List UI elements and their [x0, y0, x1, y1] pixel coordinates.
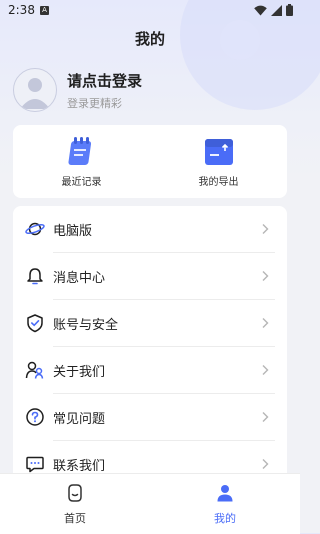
tab-mine[interactable]: 我的	[150, 474, 300, 534]
battery-icon	[286, 4, 293, 16]
login-subtitle: 登录更精彩	[67, 97, 122, 110]
chevron-right-icon	[262, 365, 269, 375]
tab-mine-label: 我的	[214, 512, 236, 525]
my-exports-button[interactable]: 我的导出	[150, 125, 287, 198]
tab-home-label: 首页	[64, 512, 86, 525]
chat-icon	[26, 456, 44, 473]
planet-icon	[25, 222, 45, 236]
notification-icon: A	[40, 6, 49, 15]
avatar[interactable]	[13, 68, 57, 112]
menu-label-account-security: 账号与安全	[53, 318, 119, 333]
quick-actions-card: 最近记录 我的导出	[13, 125, 287, 198]
export-folder-icon	[204, 139, 233, 165]
chevron-right-icon	[262, 412, 269, 422]
menu-item-faq[interactable]: 常见问题	[13, 394, 287, 441]
settings-menu: 电脑版 消息中心 账号与安全 关于我们 常见问题 联系我们	[13, 206, 287, 486]
recent-records-button[interactable]: 最近记录	[13, 125, 150, 198]
menu-item-about-us[interactable]: 关于我们	[13, 347, 287, 394]
profile-login[interactable]: 请点击登录 登录更精彩	[13, 68, 288, 114]
home-face-icon	[68, 484, 82, 502]
wifi-icon	[254, 5, 267, 15]
status-time: 2:38	[8, 3, 35, 17]
bell-icon	[27, 268, 43, 285]
menu-label-faq: 常见问题	[53, 412, 106, 427]
system-icons	[254, 4, 293, 16]
menu-label-desktop-version: 电脑版	[53, 224, 93, 239]
person-icon	[217, 485, 233, 502]
menu-label-message-center: 消息中心	[53, 271, 106, 286]
login-prompt[interactable]: 请点击登录	[67, 70, 142, 91]
menu-item-desktop-version[interactable]: 电脑版	[13, 206, 287, 253]
bottom-tab-bar: 首页 我的	[0, 473, 300, 534]
tab-home[interactable]: 首页	[0, 474, 150, 534]
signal-icon	[271, 4, 282, 16]
recent-records-label: 最近记录	[61, 177, 102, 188]
people-icon	[25, 361, 44, 379]
chevron-right-icon	[262, 271, 269, 281]
menu-item-message-center[interactable]: 消息中心	[13, 253, 287, 300]
page-title: 我的	[134, 30, 165, 48]
menu-item-account-security[interactable]: 账号与安全	[13, 300, 287, 347]
status-bar: 2:38 A	[0, 0, 300, 22]
question-icon	[26, 408, 44, 426]
menu-label-about-us: 关于我们	[53, 365, 106, 380]
my-exports-label: 我的导出	[198, 177, 239, 188]
shield-check-icon	[27, 314, 43, 333]
chevron-right-icon	[262, 318, 269, 328]
menu-label-contact-us: 联系我们	[53, 459, 106, 474]
chevron-right-icon	[262, 459, 269, 469]
chevron-right-icon	[262, 224, 269, 234]
notebook-icon	[67, 137, 91, 165]
default-avatar-icon	[20, 78, 50, 109]
